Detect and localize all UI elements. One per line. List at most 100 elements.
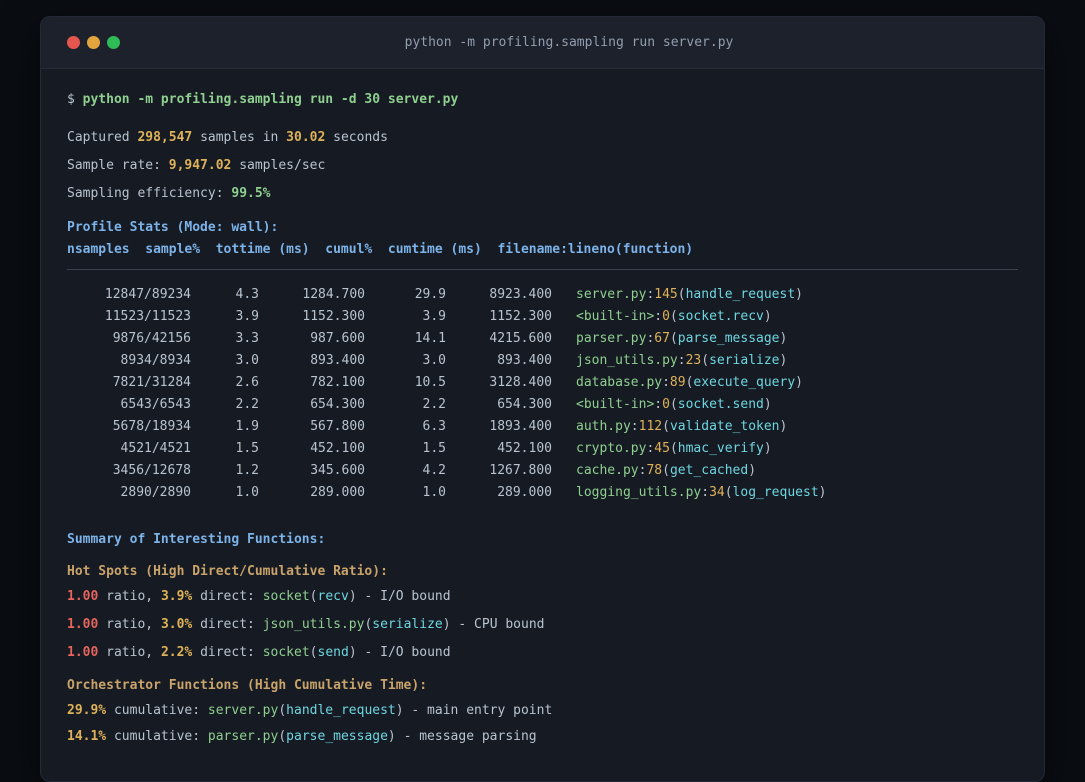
function-name: handle_request [286, 703, 396, 718]
cumtime-cell: 4215.600 [489, 331, 552, 346]
orchestrator-line: 29.9% cumulative: server.py(handle_reque… [67, 701, 1018, 721]
minimize-button[interactable] [87, 36, 100, 49]
punct-close: ) [779, 419, 788, 434]
punct-open: ( [669, 309, 678, 324]
ratio-label: ratio, [98, 617, 161, 632]
file-name: crypto.py [576, 441, 647, 456]
nsamples-cell: 5678/18934 [112, 419, 191, 434]
orchestrator-line: 14.1% cumulative: parser.py(parse_messag… [67, 727, 1018, 747]
table-row: 4521/4521 1.5 452.100 1.5 452.100 crypto… [67, 438, 1018, 460]
punct-close: ) [779, 331, 788, 346]
cumulative-label: cumulative: [106, 703, 208, 718]
nsamples-cell: 8934/8934 [120, 353, 191, 368]
orchestrator-note: - message parsing [395, 729, 537, 744]
punct-open: ( [677, 287, 686, 302]
window-title: python -m profiling.sampling run server.… [404, 35, 734, 50]
line-number: 112 [638, 419, 663, 434]
function-name: recv [317, 589, 349, 604]
location-cell: server.py:145(handle_request) [576, 284, 803, 306]
tottime-cell: 1284.700 [302, 287, 365, 302]
nsamples-cell: 3456/12678 [112, 463, 191, 478]
punct-close: ) [348, 589, 357, 604]
file-name: socket [262, 645, 310, 660]
table-row: 5678/18934 1.9 567.800 6.3 1893.400 auth… [67, 416, 1018, 438]
cumtime-cell: 1267.800 [489, 463, 552, 478]
zoom-button[interactable] [107, 36, 120, 49]
line-number: 0 [662, 397, 670, 412]
punct-open: ( [724, 485, 733, 500]
file-name: <built-in> [576, 309, 655, 324]
cumtime-cell: 3128.400 [489, 375, 552, 390]
file-name: <built-in> [576, 397, 655, 412]
punct-close: ) [395, 703, 404, 718]
file-name: server.py [576, 287, 647, 302]
captured-label: Captured [67, 130, 138, 145]
function-name: execute_query [693, 375, 796, 390]
hotspot-line: 1.00 ratio, 3.9% direct: socket(recv) - … [67, 587, 1018, 607]
ratio-value: 1.00 [67, 617, 99, 632]
function-name: serialize [709, 353, 780, 368]
table-row: 8934/8934 3.0 893.400 3.0 893.400 json_u… [67, 350, 1018, 372]
location-cell: cache.py:78(get_cached) [576, 460, 756, 482]
cumulative-label: cumulative: [106, 729, 208, 744]
file-name: parser.py [207, 729, 279, 744]
table-columns-header: nsamples sample% tottime (ms) cumul% cum… [67, 242, 694, 257]
close-button[interactable] [67, 36, 80, 49]
tottime-cell: 654.300 [310, 397, 365, 412]
line-number: 23 [685, 353, 702, 368]
punct-open: ( [662, 419, 670, 434]
line-number: 34 [709, 485, 725, 500]
hotspot-note: - CPU bound [450, 617, 545, 632]
hotspots-heading: Hot Spots (High Direct/Cumulative Ratio)… [67, 564, 388, 579]
tottime-cell: 893.400 [310, 353, 365, 368]
direct-pct: 2.2% [160, 645, 193, 660]
line-number: 78 [646, 463, 663, 478]
direct-label: direct: [192, 589, 263, 604]
file-name: cache.py [576, 463, 639, 478]
punct-close: ) [442, 617, 451, 632]
file-name: json_utils.py [262, 617, 365, 632]
line-number: 89 [669, 375, 686, 390]
cumtime-cell: 893.400 [497, 353, 552, 368]
cumul-pct-cell: 14.1 [414, 331, 446, 346]
ratio-value: 1.00 [67, 589, 99, 604]
location-cell: logging_utils.py:34(log_request) [576, 482, 826, 504]
cumtime-cell: 289.000 [497, 485, 552, 500]
cumulative-pct: 14.1% [67, 729, 107, 744]
function-name: parse_message [286, 729, 388, 744]
cumul-pct-cell: 1.0 [422, 485, 446, 500]
tottime-cell: 345.600 [310, 463, 365, 478]
function-name: handle_request [685, 287, 796, 302]
punct-open: ( [669, 331, 678, 346]
table-row: 12847/89234 4.3 1284.700 29.9 8923.400 s… [67, 284, 1018, 306]
punct-colon: : [654, 309, 663, 324]
efficiency-label: Sampling efficiency: [67, 186, 232, 201]
sample-rate-line: Sample rate: 9,947.02 samples/sec [67, 156, 1018, 176]
hotspot-line: 1.00 ratio, 3.0% direct: json_utils.py(s… [67, 615, 1018, 635]
efficiency-line: Sampling efficiency: 99.5% [67, 184, 1018, 204]
ratio-label: ratio, [98, 589, 161, 604]
location-cell: crypto.py:45(hmac_verify) [576, 438, 772, 460]
captured-line: Captured 298,547 samples in 30.02 second… [67, 128, 1018, 148]
sample-pct-cell: 3.0 [235, 353, 259, 368]
function-name: hmac_verify [677, 441, 764, 456]
punct-close: ) [763, 397, 772, 412]
punct-open: ( [309, 589, 318, 604]
punct-close: ) [387, 729, 396, 744]
cumtime-cell: 1893.400 [489, 419, 552, 434]
titlebar[interactable]: python -m profiling.sampling run server.… [41, 17, 1044, 69]
terminal-output[interactable]: $ python -m profiling.sampling run -d 30… [41, 69, 1044, 773]
ratio-value: 1.00 [67, 645, 99, 660]
nsamples-cell: 2890/2890 [120, 485, 191, 500]
function-name: serialize [372, 617, 443, 632]
table-row: 2890/2890 1.0 289.000 1.0 289.000 loggin… [67, 482, 1018, 504]
tottime-cell: 289.000 [310, 485, 365, 500]
terminal-window: python -m profiling.sampling run server.… [40, 16, 1045, 782]
table-row: 9876/42156 3.3 987.600 14.1 4215.600 par… [67, 328, 1018, 350]
table-row: 11523/11523 3.9 1152.300 3.9 1152.300 <b… [67, 306, 1018, 328]
cumul-pct-cell: 3.0 [422, 353, 446, 368]
divider [67, 269, 1018, 270]
capture-seconds: 30.02 [286, 130, 326, 145]
sample-pct-cell: 2.6 [235, 375, 259, 390]
orchestrator-heading: Orchestrator Functions (High Cumulative … [67, 678, 428, 693]
